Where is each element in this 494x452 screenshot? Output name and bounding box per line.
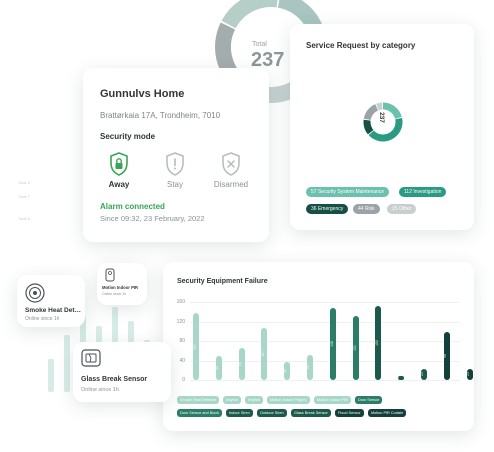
bar-data-label: 98 xyxy=(442,354,447,359)
glass-break-card[interactable]: Glass Break Sensor Online since 1h xyxy=(73,342,171,402)
bar-data-label: 152 xyxy=(375,340,380,346)
service-pill[interactable]: 15 Other xyxy=(387,204,417,214)
glass-break-status: Online since 1h xyxy=(81,387,119,393)
y-tick-label: 80 xyxy=(179,338,185,344)
background-total-label: Total xyxy=(252,41,267,48)
legend-item[interactable]: Smoke Heat Detector xyxy=(177,396,220,404)
legend-item[interactable]: Indoor Siren xyxy=(226,409,253,417)
legend-item[interactable]: Flood Sensor xyxy=(335,409,364,417)
legend-item[interactable]: Door Sensor and Block xyxy=(177,409,223,417)
y-tick-label: 160 xyxy=(176,299,185,305)
smoke-detector-name: Smoke Heat Detec... xyxy=(25,307,83,314)
motion-sensor-status: Online since 1h xyxy=(102,292,127,296)
legend-item[interactable]: Keyfob xyxy=(223,396,241,404)
service-pill[interactable]: 57 Security System Maintenance xyxy=(306,187,390,197)
home-security-card: Gunnulvs Home Brattørkaia 17A, Trondheim… xyxy=(83,68,269,242)
bar-data-label: 52 xyxy=(305,365,310,370)
smoke-detector-status: Online since 1h xyxy=(25,316,60,322)
smoke-detector-icon xyxy=(25,283,45,303)
mode-away-label: Away xyxy=(108,180,130,189)
glass-break-name: Glass Break Sensor xyxy=(81,376,148,383)
equipment-failure-title: Security Equipment Failure xyxy=(177,278,268,285)
bar-data-label: 36 xyxy=(283,369,288,374)
shield-alert-icon xyxy=(166,152,184,176)
background-bar xyxy=(48,358,54,392)
donut-segment xyxy=(221,0,278,29)
service-request-title: Service Request by category xyxy=(306,41,416,50)
service-request-card: Service Request by category 237 57 Secur… xyxy=(290,24,474,230)
legend-item[interactable]: Outdoor Siren xyxy=(257,409,287,417)
glass-break-icon xyxy=(81,349,101,367)
y-tick-label: 40 xyxy=(179,357,185,364)
bar-data-label: 148 xyxy=(329,341,334,347)
home-title: Gunnulvs Home xyxy=(100,88,185,100)
legend-item[interactable]: Door Sensor xyxy=(355,396,383,404)
gridline xyxy=(190,360,460,362)
gridline xyxy=(190,302,460,303)
bar-data-label: 9 xyxy=(396,376,401,379)
home-address: Brattørkaia 17A, Trondheim, 7010 xyxy=(100,111,221,120)
mode-disarmed-label: Disarmed xyxy=(213,180,249,189)
bar-data-label: 23 xyxy=(465,372,470,377)
service-pill[interactable]: 44 Risk xyxy=(353,204,380,214)
service-pill[interactable]: 36 Emergency xyxy=(306,204,349,214)
legend-item[interactable]: Motion Indoor Pir(pet) xyxy=(267,396,310,404)
mode-away-button[interactable]: Away xyxy=(92,152,146,189)
legend-item[interactable]: Glass Break Sensor xyxy=(291,409,331,417)
legend-item[interactable]: Keyfob xyxy=(245,396,263,404)
background-tick: Total T xyxy=(18,194,30,199)
security-mode-label: Security mode xyxy=(100,132,156,141)
motion-sensor-name: Motion Indoor PIR xyxy=(102,285,139,290)
motion-sensor-card[interactable]: Motion Indoor PIR Online since 1h xyxy=(97,263,147,305)
gridline xyxy=(190,341,460,342)
donut-segment xyxy=(363,119,374,135)
bar-data-label: 65 xyxy=(237,362,242,367)
bar-data-label: 107 xyxy=(261,350,266,357)
legend-item[interactable]: Motion Indoor PIR xyxy=(314,396,351,404)
service-request-total: 237 xyxy=(377,112,385,123)
y-tick-label: 0 xyxy=(182,377,185,383)
shield-lock-icon xyxy=(110,152,128,176)
gridline xyxy=(190,321,460,323)
background-tick: Total A xyxy=(18,216,31,221)
bar-data-label: 131 xyxy=(352,345,357,351)
donut-segment xyxy=(376,102,383,111)
motion-sensor-icon xyxy=(105,268,115,282)
bar-data-label: 137 xyxy=(192,343,197,350)
smoke-detector-card[interactable]: Smoke Heat Detec... Online since 1h xyxy=(17,275,85,327)
legend-item[interactable]: Motion PIR Curtain xyxy=(368,409,407,417)
bar-data-label: 23 xyxy=(419,372,424,377)
bar-data-label: 50 xyxy=(214,365,219,370)
y-tick-label: 120 xyxy=(176,318,185,325)
shield-x-icon xyxy=(222,152,240,176)
donut-segment xyxy=(368,117,403,142)
alarm-since: Since 09:32, 23 February, 2022 xyxy=(100,214,205,223)
donut-segment xyxy=(382,102,402,119)
background-bar xyxy=(64,335,70,392)
background-tick: Total S xyxy=(18,180,31,185)
mode-stay-button[interactable]: Stay xyxy=(148,152,202,189)
mode-stay-label: Stay xyxy=(166,180,183,189)
donut-segment xyxy=(363,104,379,121)
equipment-failure-card: Security Equipment Failure 0 40 80 120 160 13… xyxy=(163,262,474,431)
alarm-status: Alarm connected xyxy=(100,202,165,211)
service-pill[interactable]: 112 Investigation xyxy=(399,187,447,197)
mode-disarmed-button[interactable]: Disarmed xyxy=(204,152,258,189)
gridline xyxy=(190,380,460,381)
